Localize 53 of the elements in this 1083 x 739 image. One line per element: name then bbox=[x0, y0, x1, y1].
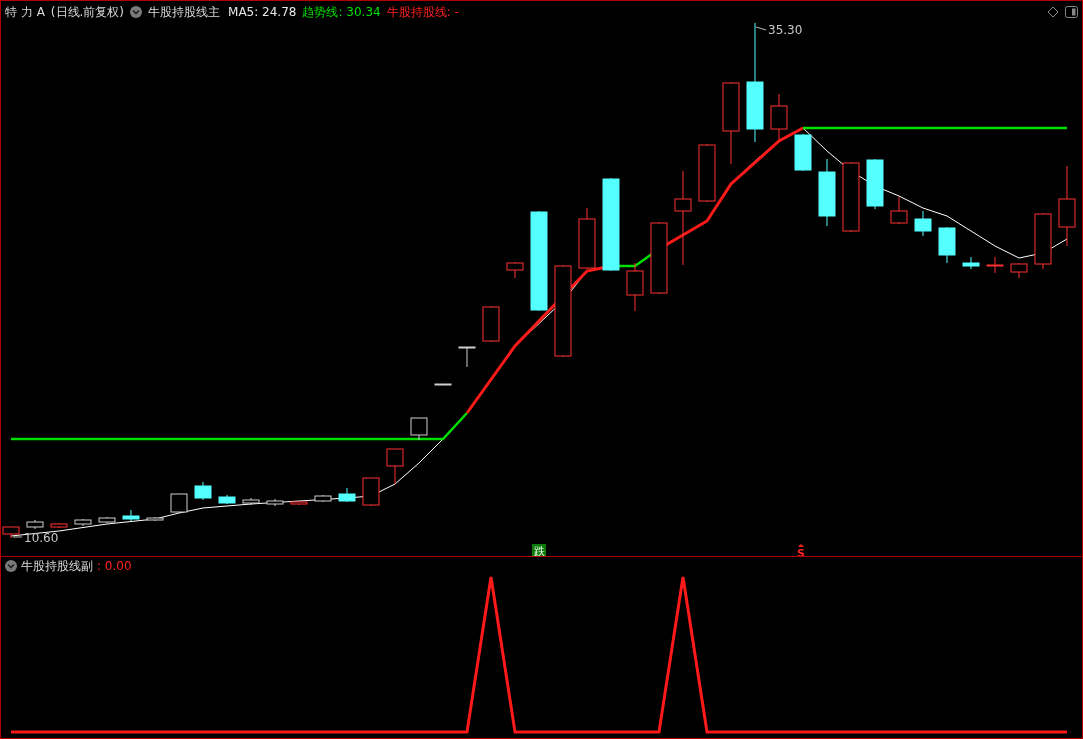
leader-line bbox=[12, 536, 23, 538]
candlestick bbox=[362, 477, 380, 507]
candlestick bbox=[98, 516, 116, 524]
candlestick bbox=[890, 196, 908, 225]
indicator-name: 牛股持股线副 bbox=[21, 558, 93, 575]
candlestick bbox=[146, 516, 164, 522]
candlestick bbox=[458, 346, 476, 368]
high-price-label: 35.30 bbox=[768, 23, 803, 37]
signal-badge: 跌 bbox=[532, 544, 546, 556]
candlestick bbox=[122, 509, 140, 522]
candlestick bbox=[386, 448, 404, 485]
indicator-value: : 0.00 bbox=[97, 558, 132, 575]
candlestick bbox=[242, 497, 260, 506]
ma5-value: MA5: 24.78 bbox=[228, 4, 297, 21]
candlestick bbox=[866, 158, 884, 210]
candlestick bbox=[50, 522, 68, 529]
candlestick bbox=[194, 481, 212, 501]
dropdown-chevron-icon[interactable] bbox=[5, 560, 17, 572]
low-price-label: 10.60 bbox=[24, 531, 59, 545]
period-label: (日线.前复权) bbox=[50, 4, 125, 21]
candlestick bbox=[74, 518, 92, 527]
candlestick bbox=[290, 500, 308, 506]
leader-line bbox=[755, 26, 767, 31]
candlestick bbox=[842, 161, 860, 233]
candlestick bbox=[482, 305, 500, 343]
candlestick bbox=[170, 493, 188, 514]
candlestick bbox=[626, 262, 644, 312]
candlestick bbox=[218, 494, 236, 505]
candlestick bbox=[1034, 212, 1052, 270]
dropdown-chevron-icon[interactable] bbox=[130, 6, 143, 18]
candlestick bbox=[266, 498, 284, 507]
candlestick bbox=[818, 158, 836, 227]
candlestick bbox=[914, 210, 932, 237]
candlestick bbox=[26, 519, 44, 530]
candlestick bbox=[794, 133, 812, 172]
trend-line-value: 趋势线: 30.34 bbox=[302, 4, 381, 21]
hold-line-value: 牛股持股线: - bbox=[386, 4, 459, 21]
candlestick bbox=[962, 256, 980, 270]
candlestick bbox=[410, 417, 428, 441]
diamond-icon[interactable] bbox=[1047, 6, 1059, 18]
panel-toggle-icon[interactable] bbox=[1065, 6, 1078, 18]
candlestick bbox=[938, 226, 956, 264]
candlestick bbox=[578, 207, 596, 270]
candlestick bbox=[314, 494, 332, 503]
candlestick bbox=[986, 256, 1004, 274]
stock-name: 特 力 A bbox=[5, 4, 45, 21]
candlestick bbox=[434, 383, 452, 386]
candlestick bbox=[698, 143, 716, 203]
candlestick bbox=[338, 487, 356, 503]
candlestick bbox=[1010, 262, 1028, 279]
candlestick bbox=[770, 93, 788, 143]
indicator-name: 牛股持股线主 bbox=[148, 4, 221, 21]
candlestick bbox=[506, 261, 524, 279]
